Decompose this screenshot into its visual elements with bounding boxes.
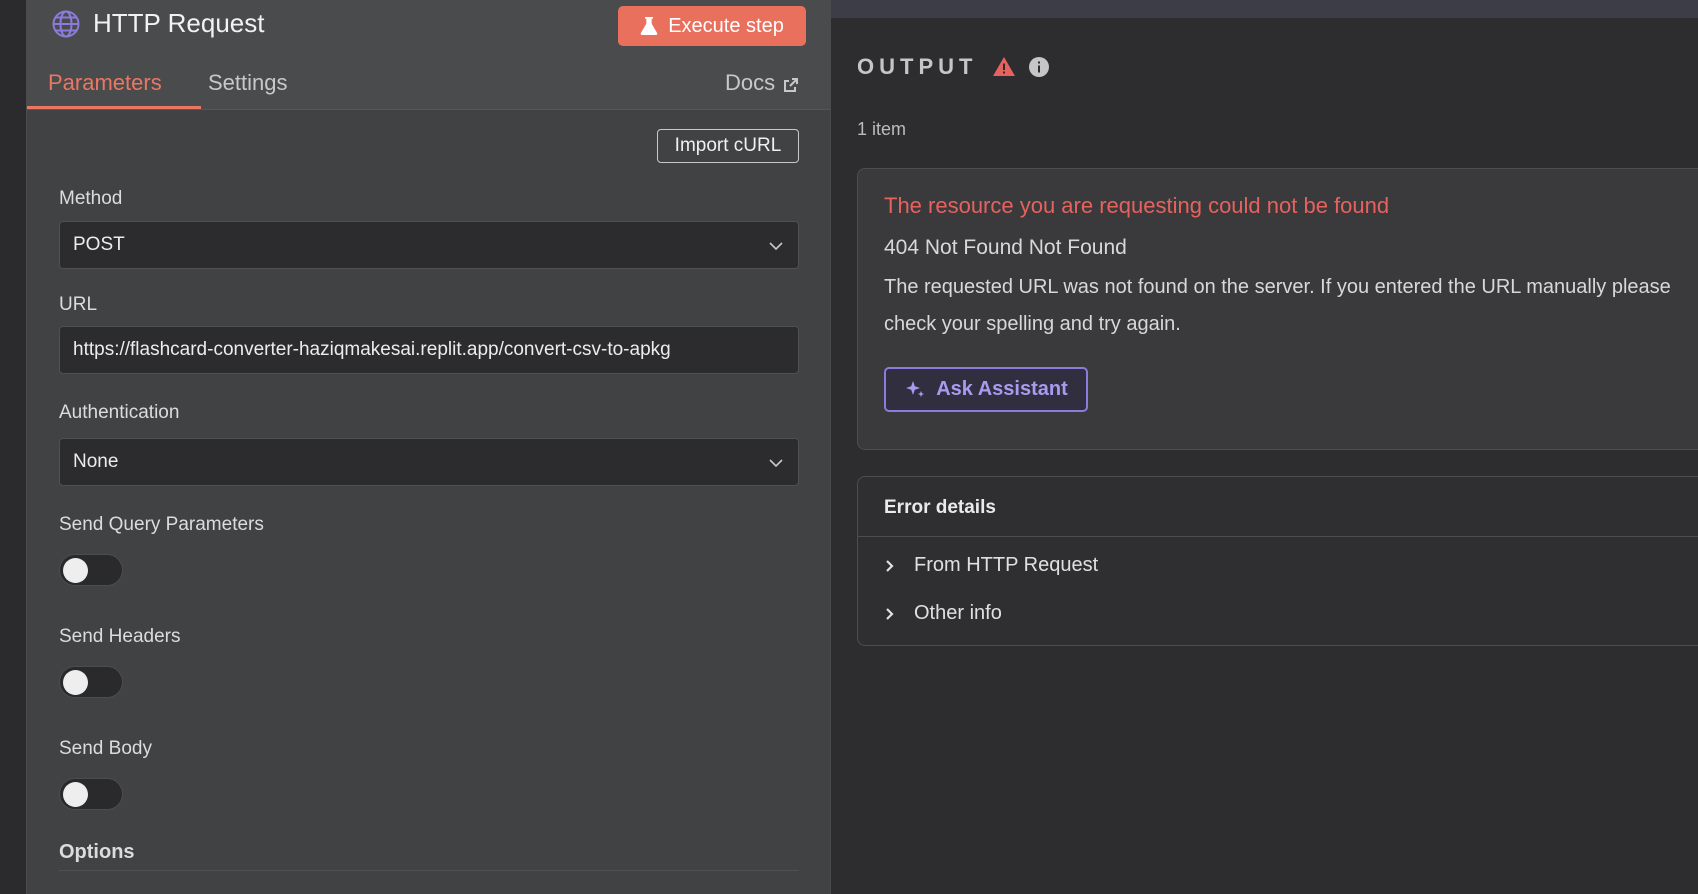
send-body-toggle[interactable]: [59, 778, 123, 810]
output-title: OUTPUT: [857, 54, 978, 79]
details-divider: [858, 536, 1698, 537]
toggle-knob: [63, 558, 88, 583]
url-label: URL: [59, 294, 98, 315]
authentication-value: None: [73, 451, 119, 472]
options-label: Options: [59, 841, 135, 863]
send-body-label: Send Body: [59, 738, 152, 759]
globe-icon: [52, 10, 80, 38]
method-label: Method: [59, 188, 123, 209]
toggle-knob: [63, 670, 88, 695]
details-row-label: Other info: [914, 602, 1002, 624]
sparkle-icon: [906, 380, 925, 397]
node-header: HTTP Request Execute step Parameters Set…: [27, 0, 830, 110]
url-input[interactable]: https://flashcard-converter-haziqmakesai…: [59, 326, 799, 374]
method-select[interactable]: POST: [59, 221, 799, 269]
output-item-count: 1 item: [857, 119, 907, 139]
tab-settings[interactable]: Settings: [208, 70, 288, 96]
authentication-label: Authentication: [59, 402, 180, 423]
output-panel-background: [831, 18, 1698, 894]
node-parameters-panel: HTTP Request Execute step Parameters Set…: [26, 0, 831, 894]
execute-step-button[interactable]: Execute step: [618, 6, 806, 46]
toggle-knob: [63, 782, 88, 807]
send-headers-toggle[interactable]: [59, 666, 123, 698]
error-details-card: Error details From HTTP Request Other in…: [857, 476, 1698, 646]
error-card: The resource you are requesting could no…: [857, 168, 1698, 450]
top-strip: [831, 0, 1698, 18]
docs-link[interactable]: Docs: [725, 70, 799, 96]
details-row-other-info[interactable]: Other info: [884, 602, 1002, 625]
chevron-down-icon: [769, 459, 783, 468]
chevron-down-icon: [769, 242, 783, 251]
external-link-icon: [784, 78, 799, 92]
tab-parameters[interactable]: Parameters: [48, 70, 162, 96]
chevron-right-icon: [886, 559, 894, 572]
docs-label: Docs: [725, 70, 776, 95]
node-title: HTTP Request: [93, 8, 265, 38]
url-value: https://flashcard-converter-haziqmakesai…: [73, 339, 671, 360]
error-title: The resource you are requesting could no…: [884, 193, 1390, 218]
details-row-from-http-request[interactable]: From HTTP Request: [884, 554, 1098, 577]
error-details-title: Error details: [884, 497, 996, 518]
error-message: The requested URL was not found on the s…: [884, 276, 1671, 335]
warning-icon: [993, 57, 1015, 76]
ask-assistant-label: Ask Assistant: [936, 378, 1068, 400]
info-icon[interactable]: [1028, 56, 1050, 78]
error-status: 404 Not Found Not Found: [884, 236, 1127, 259]
send-headers-label: Send Headers: [59, 626, 181, 647]
ask-assistant-button[interactable]: Ask Assistant: [884, 367, 1088, 412]
method-value: POST: [73, 234, 125, 255]
execute-step-label: Execute step: [668, 14, 784, 37]
import-curl-button[interactable]: Import cURL: [657, 129, 799, 163]
options-divider: [59, 870, 799, 871]
details-row-label: From HTTP Request: [914, 554, 1099, 576]
authentication-select[interactable]: None: [59, 438, 799, 486]
active-tab-indicator: [27, 106, 201, 109]
send-query-parameters-toggle[interactable]: [59, 554, 123, 586]
flask-icon: [640, 17, 658, 35]
chevron-right-icon: [886, 607, 894, 620]
canvas-gutter: [0, 0, 26, 894]
send-query-parameters-label: Send Query Parameters: [59, 514, 264, 535]
